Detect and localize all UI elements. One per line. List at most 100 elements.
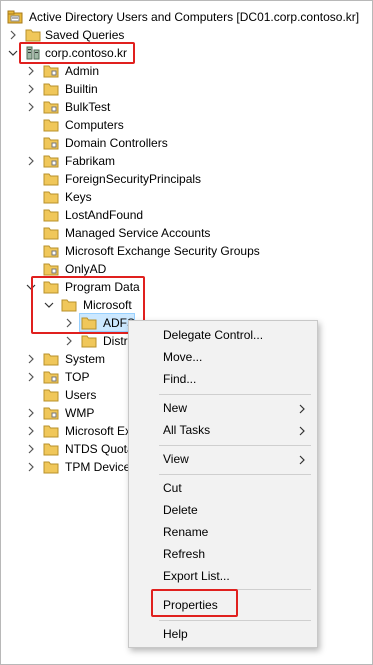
folder-icon xyxy=(81,315,97,331)
menu-item-label: Delete xyxy=(163,503,198,517)
chevron-down-icon[interactable] xyxy=(7,47,19,59)
chevron-right-icon[interactable] xyxy=(25,65,37,77)
ou-folder-icon xyxy=(43,261,59,277)
tree-item-label: NTDS Quota xyxy=(65,442,134,456)
chevron-right-icon[interactable] xyxy=(25,353,37,365)
tree-item-saved-queries[interactable]: Saved Queries xyxy=(1,26,373,44)
tree-item-label: TPM Device xyxy=(65,460,131,474)
tree-item-label: Program Data xyxy=(65,280,140,294)
menu-separator xyxy=(159,394,311,395)
menu-item-label: Rename xyxy=(163,525,209,539)
chevron-right-icon[interactable] xyxy=(25,155,37,167)
chevron-right-icon[interactable] xyxy=(7,29,19,41)
menu-item-label: Find... xyxy=(163,372,197,386)
ou-folder-icon xyxy=(43,99,59,115)
tree-item-program-data[interactable]: Program Data xyxy=(1,278,373,296)
menu-item-move[interactable]: Move... xyxy=(129,346,317,368)
menu-item-label: Delegate Control... xyxy=(163,328,264,342)
tree-item-label: System xyxy=(65,352,106,366)
menu-item-export-list[interactable]: Export List... xyxy=(129,565,317,587)
menu-separator xyxy=(159,445,311,446)
tree-item-computers[interactable]: Computers xyxy=(1,116,373,134)
menu-item-label: Properties xyxy=(163,598,218,612)
submenu-arrow-icon xyxy=(299,454,305,465)
chevron-down-icon[interactable] xyxy=(25,281,37,293)
folder-icon xyxy=(43,171,59,187)
menu-item-properties[interactable]: Properties xyxy=(129,594,317,616)
tree-item-label: Microsoft xyxy=(83,298,132,312)
chevron-right-icon[interactable] xyxy=(25,371,37,383)
menu-item-label: Move... xyxy=(163,350,203,364)
menu-item-help[interactable]: Help xyxy=(129,623,317,645)
folder-icon xyxy=(43,279,59,295)
menu-item-delegate-control[interactable]: Delegate Control... xyxy=(129,324,317,346)
tree-item-builtin[interactable]: Builtin xyxy=(1,80,373,98)
menu-item-view[interactable]: View xyxy=(129,448,317,470)
menu-separator xyxy=(159,589,311,590)
chevron-right-icon[interactable] xyxy=(25,83,37,95)
folder-icon xyxy=(43,459,59,475)
menu-item-all-tasks[interactable]: All Tasks xyxy=(129,419,317,441)
chevron-right-icon[interactable] xyxy=(63,317,75,329)
tree-item-label: LostAndFound xyxy=(65,208,144,222)
tree-item-keys[interactable]: Keys xyxy=(1,188,373,206)
tree-item-label: Admin xyxy=(65,64,100,78)
folder-icon xyxy=(43,387,59,403)
submenu-arrow-icon xyxy=(299,425,305,436)
tree-item-bulktest[interactable]: BulkTest xyxy=(1,98,373,116)
folder-icon xyxy=(43,117,59,133)
chevron-right-icon[interactable] xyxy=(25,443,37,455)
tree-item-label: Computers xyxy=(65,118,124,132)
tree-item-label: Fabrikam xyxy=(65,154,116,168)
folder-icon xyxy=(25,27,41,43)
folder-icon xyxy=(43,207,59,223)
menu-separator xyxy=(159,474,311,475)
tree-item-managed-service-accounts[interactable]: Managed Service Accounts xyxy=(1,224,373,242)
chevron-right-icon[interactable] xyxy=(63,335,75,347)
folder-icon xyxy=(43,189,59,205)
tree-item-domain[interactable]: corp.contoso.kr xyxy=(1,44,373,62)
menu-item-label: Export List... xyxy=(163,569,230,583)
ou-folder-icon xyxy=(43,63,59,79)
tree-item-admin[interactable]: Admin xyxy=(1,62,373,80)
ou-folder-icon xyxy=(43,153,59,169)
folder-icon xyxy=(43,423,59,439)
tree-item-domain-controllers[interactable]: Domain Controllers xyxy=(1,134,373,152)
menu-item-label: Help xyxy=(163,627,188,641)
tree-root-label: Active Directory Users and Computers [DC… xyxy=(29,10,360,24)
menu-item-label: All Tasks xyxy=(163,423,211,437)
chevron-right-icon[interactable] xyxy=(25,101,37,113)
tree-item-foreign-security-principals[interactable]: ForeignSecurityPrincipals xyxy=(1,170,373,188)
menu-item-delete[interactable]: Delete xyxy=(129,499,317,521)
menu-item-find[interactable]: Find... xyxy=(129,368,317,390)
ou-folder-icon xyxy=(43,369,59,385)
chevron-right-icon[interactable] xyxy=(25,425,37,437)
menu-item-label: Cut xyxy=(163,481,182,495)
folder-icon xyxy=(43,81,59,97)
submenu-arrow-icon xyxy=(299,403,305,414)
tree-item-fabrikam[interactable]: Fabrikam xyxy=(1,152,373,170)
menu-separator xyxy=(159,620,311,621)
tree-item-lost-and-found[interactable]: LostAndFound xyxy=(1,206,373,224)
tree-item-exchange-security-groups[interactable]: Microsoft Exchange Security Groups xyxy=(1,242,373,260)
tree-item-label: Users xyxy=(65,388,97,402)
tree-item-onlyad[interactable]: OnlyAD xyxy=(1,260,373,278)
tree-root[interactable]: Active Directory Users and Computers [DC… xyxy=(1,8,373,26)
ou-folder-icon xyxy=(43,405,59,421)
tree-item-label: Keys xyxy=(65,190,92,204)
chevron-down-icon[interactable] xyxy=(43,299,55,311)
ou-folder-icon xyxy=(43,135,59,151)
menu-item-rename[interactable]: Rename xyxy=(129,521,317,543)
folder-icon xyxy=(43,351,59,367)
menu-item-new[interactable]: New xyxy=(129,397,317,419)
chevron-right-icon[interactable] xyxy=(25,407,37,419)
directory-root-icon xyxy=(7,9,23,25)
tree-item-microsoft[interactable]: Microsoft xyxy=(1,296,373,314)
chevron-right-icon[interactable] xyxy=(25,461,37,473)
tree-item-label: WMP xyxy=(65,406,95,420)
mmc-window: Active Directory Users and Computers [DC… xyxy=(0,0,373,665)
menu-item-refresh[interactable]: Refresh xyxy=(129,543,317,565)
domain-icon xyxy=(25,45,41,61)
menu-item-cut[interactable]: Cut xyxy=(129,477,317,499)
menu-item-label: Refresh xyxy=(163,547,206,561)
